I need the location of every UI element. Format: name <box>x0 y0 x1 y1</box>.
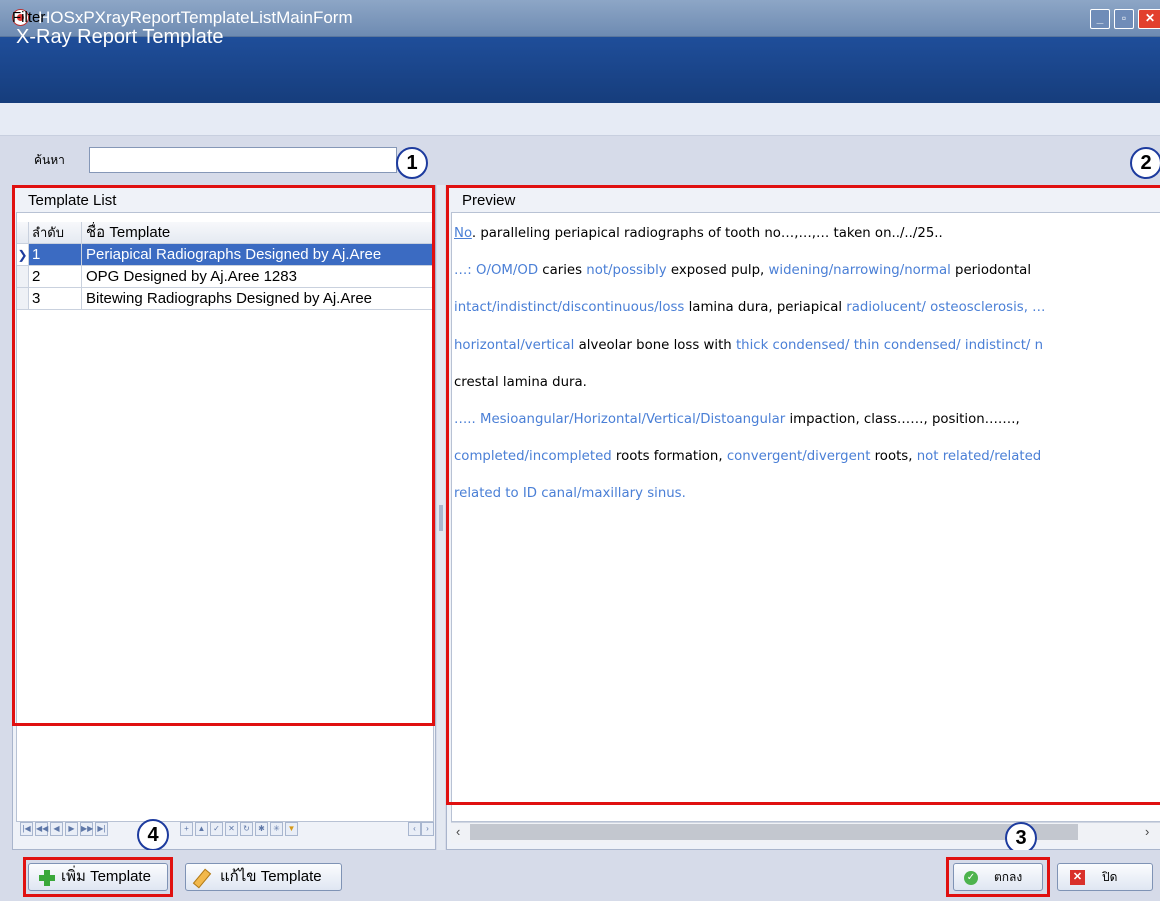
filter-section-label: Filter <box>12 9 46 26</box>
nav-bookmark-icon[interactable]: ✱ <box>255 822 268 836</box>
nav-next-page-icon[interactable]: ▶▶ <box>80 822 93 836</box>
maximize-icon: ▫ <box>1121 11 1127 25</box>
nav-goto-bookmark-icon[interactable]: ✳ <box>270 822 283 836</box>
nav-filter-icon[interactable]: ▼ <box>285 822 298 836</box>
page-title: X-Ray Report Template <box>16 26 224 48</box>
nav-prev-icon[interactable]: ◀ <box>50 822 63 836</box>
ok-button[interactable]: ✓ ตกลง <box>953 863 1043 891</box>
search-input[interactable] <box>89 147 397 173</box>
close-x-icon: ✕ <box>1070 870 1085 885</box>
nav-up-icon[interactable]: ▲ <box>195 822 208 836</box>
edit-template-label: แก้ไข Template <box>220 868 322 885</box>
nav-refresh-icon[interactable]: ↻ <box>240 822 253 836</box>
close-label: ปิด <box>1102 870 1118 884</box>
nav-insert-icon[interactable]: + <box>180 822 193 836</box>
ok-label: ตกลง <box>994 870 1023 884</box>
minimize-icon: _ <box>1096 11 1104 25</box>
nav-cancel-icon[interactable]: ✕ <box>225 822 238 836</box>
callout-1: 1 <box>396 147 428 179</box>
search-label: ค้นหา <box>34 153 65 167</box>
nav-prev-page-icon[interactable]: ◀◀ <box>35 822 48 836</box>
close-window-button[interactable]: ✕ <box>1138 9 1160 29</box>
check-icon: ✓ <box>964 871 978 885</box>
close-button[interactable]: ✕ ปิด <box>1057 863 1153 891</box>
splitter-grip-icon[interactable] <box>439 505 443 531</box>
pencil-icon <box>192 868 212 889</box>
add-template-button[interactable]: เพิ่ม Template <box>28 863 168 891</box>
nav-check-icon[interactable]: ✓ <box>210 822 223 836</box>
nav-last-icon[interactable]: ▶| <box>95 822 108 836</box>
nav-first-icon[interactable]: |◀ <box>20 822 33 836</box>
window-title: HOSxPXrayReportTemplateListMainForm <box>38 8 353 27</box>
callout-2-highlight <box>446 185 1160 805</box>
scrollbar-thumb[interactable] <box>470 824 1078 840</box>
grid-navigator: |◀ ◀◀ ◀ ▶ ▶▶ ▶| + ▲ ✓ ✕ ↻ ✱ ✳ ▼ ‹ › <box>20 822 434 842</box>
nav-scroll-left-icon[interactable]: ‹ <box>408 822 421 836</box>
callout-2: 2 <box>1130 147 1160 179</box>
add-template-label: เพิ่ม Template <box>61 868 151 885</box>
close-icon: ✕ <box>1144 11 1156 25</box>
filter-bar <box>0 103 1160 136</box>
edit-template-button[interactable]: แก้ไข Template <box>185 863 342 891</box>
nav-next-icon[interactable]: ▶ <box>65 822 78 836</box>
maximize-button[interactable]: ▫ <box>1114 9 1134 29</box>
nav-scroll-right-icon[interactable]: › <box>421 822 434 836</box>
scroll-right-icon[interactable]: › <box>1145 824 1149 839</box>
minimize-button[interactable]: _ <box>1090 9 1110 29</box>
callout-1-highlight <box>12 185 435 726</box>
plus-icon <box>39 870 55 886</box>
scroll-left-icon[interactable]: ‹ <box>456 824 460 839</box>
callout-4: 4 <box>137 819 169 851</box>
